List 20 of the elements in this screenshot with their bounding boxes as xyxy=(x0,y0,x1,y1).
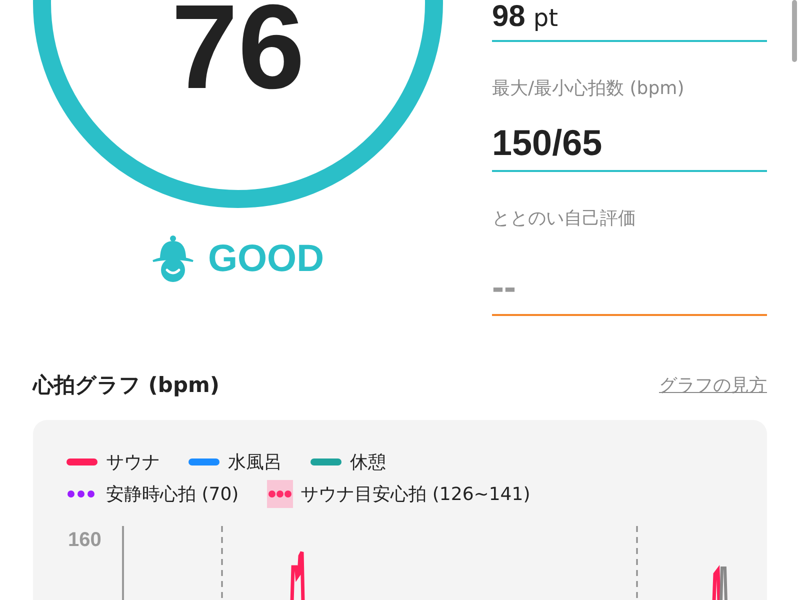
legend-label: サウナ xyxy=(106,451,160,474)
stat-label: 最大/最小心拍数 (bpm) xyxy=(492,77,686,100)
rating-label: GOOD xyxy=(208,238,324,280)
y-tick-label: 160 xyxy=(68,529,102,551)
stat-unit: pt xyxy=(533,4,558,32)
legend-label: サウナ目安心拍 (126~141) xyxy=(300,483,530,506)
legend-label: 安静時心拍 (70) xyxy=(106,483,239,506)
legend-label: 休憩 xyxy=(350,451,386,474)
stat-value: 98 xyxy=(492,0,526,34)
graph-help-link[interactable]: グラフの見方 xyxy=(659,373,767,397)
stat-value: -- xyxy=(492,265,516,308)
bell-face-icon xyxy=(152,235,194,283)
heart-rate-line xyxy=(712,564,721,600)
legend-label: 水風呂 xyxy=(228,451,282,474)
heart-rate-line xyxy=(290,550,305,600)
scrollbar xyxy=(792,0,797,62)
stat-value: 150/65 xyxy=(492,122,602,164)
score-value: 76 xyxy=(171,0,305,114)
stat-label: ととのい自己評価 xyxy=(492,207,637,230)
graph-title: 心拍グラフ (bpm) xyxy=(33,372,220,399)
